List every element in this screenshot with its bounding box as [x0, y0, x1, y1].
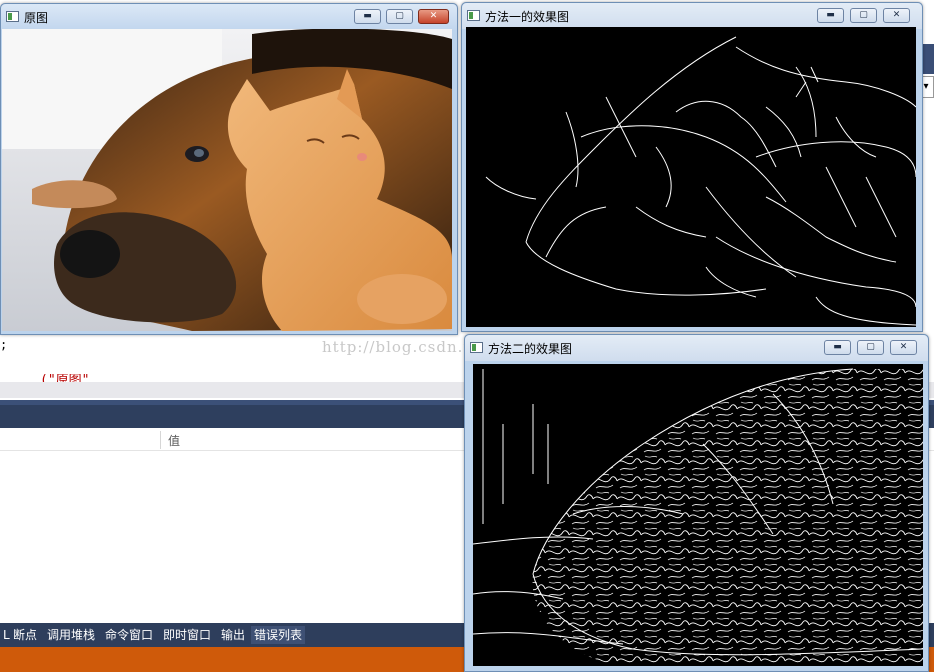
tab-breakpoints[interactable]: 断点	[10, 626, 40, 644]
window-app-icon	[467, 10, 480, 21]
close-button[interactable]: ✕	[890, 340, 917, 355]
value-column-header[interactable]: 值	[168, 432, 180, 449]
method-two-result-window[interactable]: 方法二的效果图 ▬ ▢ ✕	[464, 334, 929, 672]
minimize-button[interactable]: ▬	[824, 340, 851, 355]
window-app-icon	[470, 342, 483, 353]
column-divider[interactable]	[160, 431, 161, 449]
close-button[interactable]: ✕	[883, 8, 910, 23]
close-button[interactable]: ✕	[418, 9, 449, 24]
window-title: 原图	[24, 11, 49, 25]
dog-and-cat-photo-icon	[2, 29, 452, 331]
window-app-icon	[6, 11, 19, 22]
dense-edge-detection-icon	[473, 364, 923, 666]
minimize-button[interactable]: ▬	[354, 9, 381, 24]
window-titlebar[interactable]: 方法二的效果图 ▬ ▢ ✕	[465, 335, 928, 361]
window-titlebar[interactable]: 原图 ▬ ▢ ✕	[1, 4, 457, 30]
maximize-button[interactable]: ▢	[386, 9, 413, 24]
tab-immediate-window[interactable]: 即时窗口	[160, 626, 214, 644]
method-one-edge-image	[466, 27, 916, 327]
method-two-edge-image	[473, 364, 923, 666]
tab-call-stack[interactable]: 调用堆栈	[44, 626, 98, 644]
edge-detection-icon	[485, 36, 916, 326]
window-title: 方法一的效果图	[485, 10, 570, 24]
original-image	[2, 29, 452, 331]
maximize-button[interactable]: ▢	[850, 8, 877, 23]
tab-command-window[interactable]: 命令窗口	[102, 626, 156, 644]
code-line: ;	[0, 338, 8, 352]
maximize-button[interactable]: ▢	[857, 340, 884, 355]
window-title: 方法二的效果图	[488, 342, 573, 356]
window-titlebar[interactable]: 方法一的效果图 ▬ ▢ ✕	[462, 3, 922, 29]
minimize-button[interactable]: ▬	[817, 8, 844, 23]
original-image-window[interactable]: 原图 ▬ ▢ ✕	[0, 3, 458, 335]
tab-error-list[interactable]: 错误列表	[251, 626, 306, 644]
method-one-result-window[interactable]: 方法一的效果图 ▬ ▢ ✕	[461, 2, 923, 332]
tab-output[interactable]: 输出	[218, 626, 248, 644]
